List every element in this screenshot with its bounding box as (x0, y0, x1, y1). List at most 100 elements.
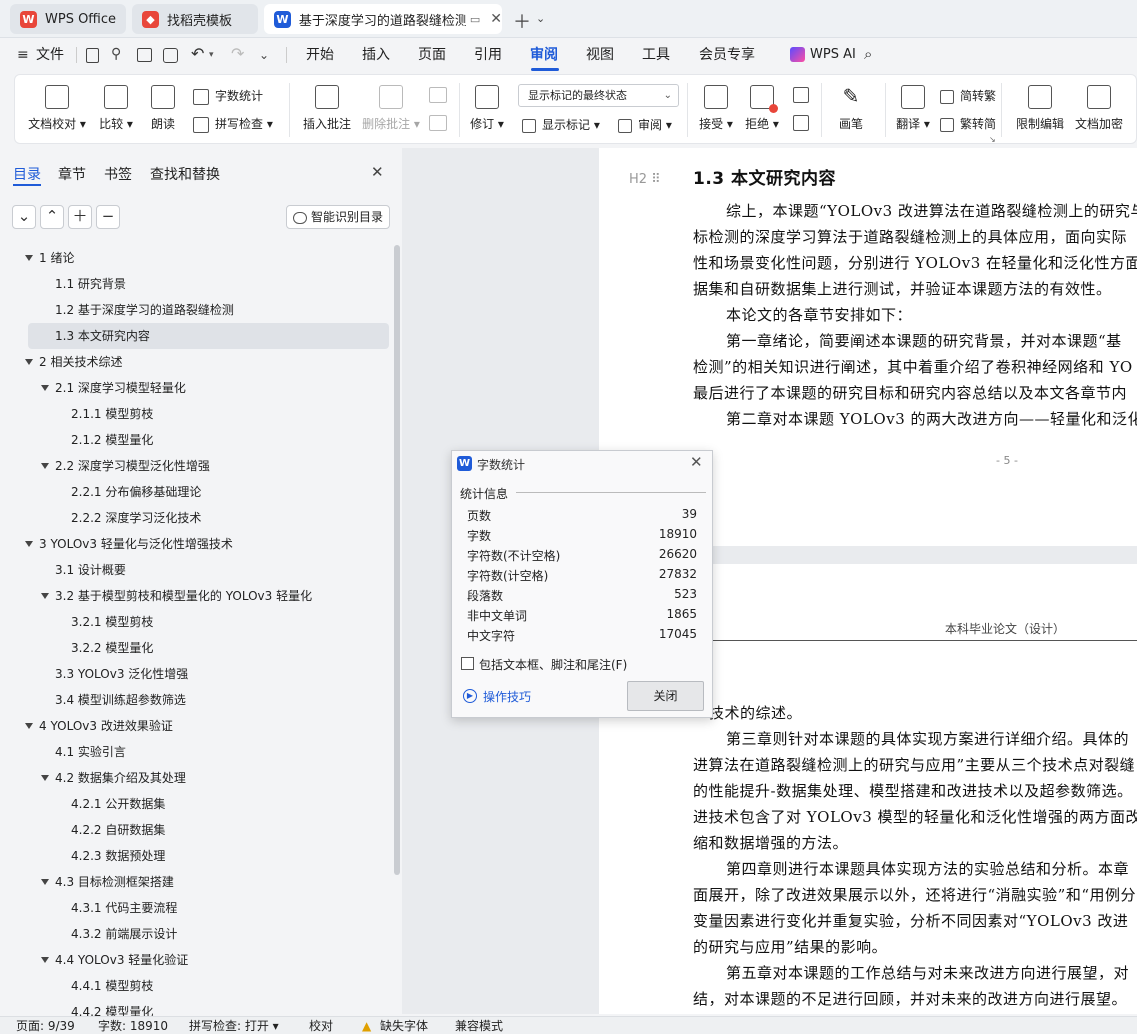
toc-item[interactable]: 4.2.1 公开数据集 (0, 791, 395, 817)
toc-item[interactable]: 4.3 目标检测框架搭建 (0, 869, 395, 895)
toc-item[interactable]: 2.2 深度学习模型泛化性增强 (0, 453, 395, 479)
tips-link[interactable]: 操作技巧 (483, 688, 531, 705)
show-markup-button[interactable]: 显示标记 ▾ (522, 116, 600, 133)
toc-item[interactable]: 3 YOLOv3 轻量化与泛化性增强技术 (0, 531, 395, 557)
toc-item[interactable]: 4.4 YOLOv3 轻量化验证 (0, 947, 395, 973)
next-change-icon[interactable] (793, 115, 809, 131)
tab-find-replace[interactable]: 查找和替换 (150, 164, 220, 184)
toc-item[interactable]: 3.3 YOLOv3 泛化性增强 (0, 661, 395, 687)
expand-triangle-icon[interactable] (25, 541, 33, 547)
review-pane-button[interactable]: 审阅 ▾ (618, 116, 672, 133)
expand-triangle-icon[interactable] (41, 385, 49, 391)
tab-dropdown-icon[interactable]: ⌄ (536, 12, 545, 25)
toc-item[interactable]: 4.1 实验引言 (0, 739, 395, 765)
toc-item[interactable]: 3.2.2 模型量化 (0, 635, 395, 661)
expand-triangle-icon[interactable] (41, 879, 49, 885)
track-changes-button[interactable]: 修订 ▾ (462, 85, 512, 132)
toc-item[interactable]: 2 相关技术综述 (0, 349, 395, 375)
close-pane-icon[interactable]: ✕ (371, 163, 384, 181)
accept-button[interactable]: 接受 ▾ (691, 85, 741, 132)
toc-item[interactable]: 4.2 数据集介绍及其处理 (0, 765, 395, 791)
toc-item[interactable]: 3.2 基于模型剪枝和模型量化的 YOLOv3 轻量化 (0, 583, 395, 609)
simp-to-trad-button[interactable]: 简转繁 (940, 87, 996, 104)
toc-item[interactable]: 4 YOLOv3 改进效果验证 (0, 713, 395, 739)
expand-triangle-icon[interactable] (41, 593, 49, 599)
toc-scrollbar[interactable] (394, 245, 400, 875)
spell-check-button[interactable]: 拼写检查 ▾ (193, 115, 273, 133)
doc-check-button[interactable]: 文档校对 ▾ (28, 85, 86, 132)
next-comment-icon[interactable] (429, 115, 447, 131)
close-icon[interactable]: ✕ (690, 453, 703, 471)
toc-item[interactable]: 2.1.1 模型剪枝 (0, 401, 395, 427)
tab-sections[interactable]: 章节 (58, 164, 86, 184)
toc-item[interactable]: 4.4.1 模型剪枝 (0, 973, 395, 999)
close-tab-icon[interactable]: ✕ (490, 11, 502, 27)
toc-item[interactable]: 1 绪论 (0, 245, 395, 271)
toc-item[interactable]: 1.2 基于深度学习的道路裂缝检测 (0, 297, 395, 323)
insert-comment-button[interactable]: 插入批注 (298, 85, 356, 132)
menu-member[interactable]: 会员专享 (699, 38, 755, 72)
menu-home[interactable]: 开始 (306, 38, 334, 72)
add-heading-button[interactable]: ＋ (68, 205, 92, 229)
prev-change-icon[interactable] (793, 87, 809, 103)
menu-view[interactable]: 视图 (586, 38, 614, 72)
heading-level-marker[interactable]: H2 ⠿ (629, 172, 661, 187)
expand-triangle-icon[interactable] (25, 359, 33, 365)
toc-item[interactable]: 2.1 深度学习模型轻量化 (0, 375, 395, 401)
section-heading[interactable]: 1.3 本文研究内容 (693, 164, 836, 189)
collapse-down-button[interactable]: ⌄ (12, 205, 36, 229)
menu-reference[interactable]: 引用 (474, 38, 502, 72)
toc-item[interactable]: 3.4 模型训练超参数筛选 (0, 687, 395, 713)
toc-item[interactable]: 1.3 本文研究内容 (28, 323, 389, 349)
menu-file[interactable]: 文件 (36, 38, 64, 72)
tab-template[interactable]: ◆ 找稻壳模板 (132, 4, 258, 34)
tab-bookmarks[interactable]: 书签 (104, 164, 132, 184)
status-spell-check[interactable]: 拼写检查: 打开 ▾ (189, 1017, 279, 1034)
redo-icon[interactable]: ↷ (231, 44, 244, 63)
search-icon[interactable]: ⌕ (864, 45, 872, 63)
undo-dropdown-icon[interactable]: ▾ (209, 50, 214, 60)
translate-button[interactable]: 翻译 ▾ (885, 85, 941, 132)
status-proof[interactable]: 校对 (309, 1017, 333, 1034)
expand-triangle-icon[interactable] (41, 957, 49, 963)
hamburger-icon[interactable]: ≡ (17, 47, 29, 63)
read-aloud-button[interactable]: 朗读 (135, 85, 191, 132)
status-word-count[interactable]: 字数: 18910 (98, 1017, 168, 1034)
menu-insert[interactable]: 插入 (362, 38, 390, 72)
word-count-button[interactable]: 字数统计 (193, 87, 263, 105)
save-icon[interactable] (86, 48, 99, 63)
markup-state-select[interactable]: 显示标记的最终状态 ⌄ (518, 84, 679, 107)
tab-toc[interactable]: 目录 (13, 164, 41, 184)
toc-item[interactable]: 4.2.2 自研数据集 (0, 817, 395, 843)
status-missing-font[interactable]: 缺失字体 (380, 1017, 428, 1034)
restrict-edit-button[interactable]: 限制编辑 (1009, 85, 1071, 132)
menu-tools[interactable]: 工具 (642, 38, 670, 72)
menu-page[interactable]: 页面 (418, 38, 446, 72)
expand-triangle-icon[interactable] (25, 255, 33, 261)
reject-button[interactable]: 拒绝 ▾ (737, 85, 787, 132)
status-page[interactable]: 页面: 9/39 (16, 1017, 75, 1034)
encrypt-button[interactable]: 文档加密 (1068, 85, 1130, 132)
trad-to-simp-button[interactable]: 繁转简 (940, 115, 996, 132)
expand-triangle-icon[interactable] (25, 723, 33, 729)
menu-wps-ai[interactable]: WPS AI (810, 38, 856, 72)
smart-toc-button[interactable]: 智能识别目录 (286, 205, 390, 229)
tab-document[interactable]: W 基于深度学习的道路裂缝检测 ▭ ✕ (264, 4, 502, 34)
remove-heading-button[interactable]: − (96, 205, 120, 229)
toc-item[interactable]: 2.2.1 分布偏移基础理论 (0, 479, 395, 505)
more-dropdown-icon[interactable]: ⌄ (259, 48, 269, 62)
toc-item[interactable]: 3.2.1 模型剪枝 (0, 609, 395, 635)
toc-item[interactable]: 4.3.2 前端展示设计 (0, 921, 395, 947)
monitor-icon[interactable]: ▭ (470, 13, 480, 26)
include-textbox-checkbox[interactable] (461, 657, 474, 670)
tab-wps-office[interactable]: W WPS Office (10, 4, 126, 34)
expand-triangle-icon[interactable] (41, 463, 49, 469)
export-icon[interactable]: ⚲ (111, 46, 121, 62)
delete-comment-button[interactable]: 删除批注 ▾ (360, 85, 422, 132)
toc-item[interactable]: 2.2.2 深度学习泛化技术 (0, 505, 395, 531)
toc-item[interactable]: 3.1 设计概要 (0, 557, 395, 583)
prev-comment-icon[interactable] (429, 87, 447, 103)
pen-button[interactable]: ✎ 画笔 (823, 85, 879, 132)
group-expand-icon[interactable]: ↘ (989, 135, 996, 144)
close-button[interactable]: 关闭 (627, 681, 704, 711)
